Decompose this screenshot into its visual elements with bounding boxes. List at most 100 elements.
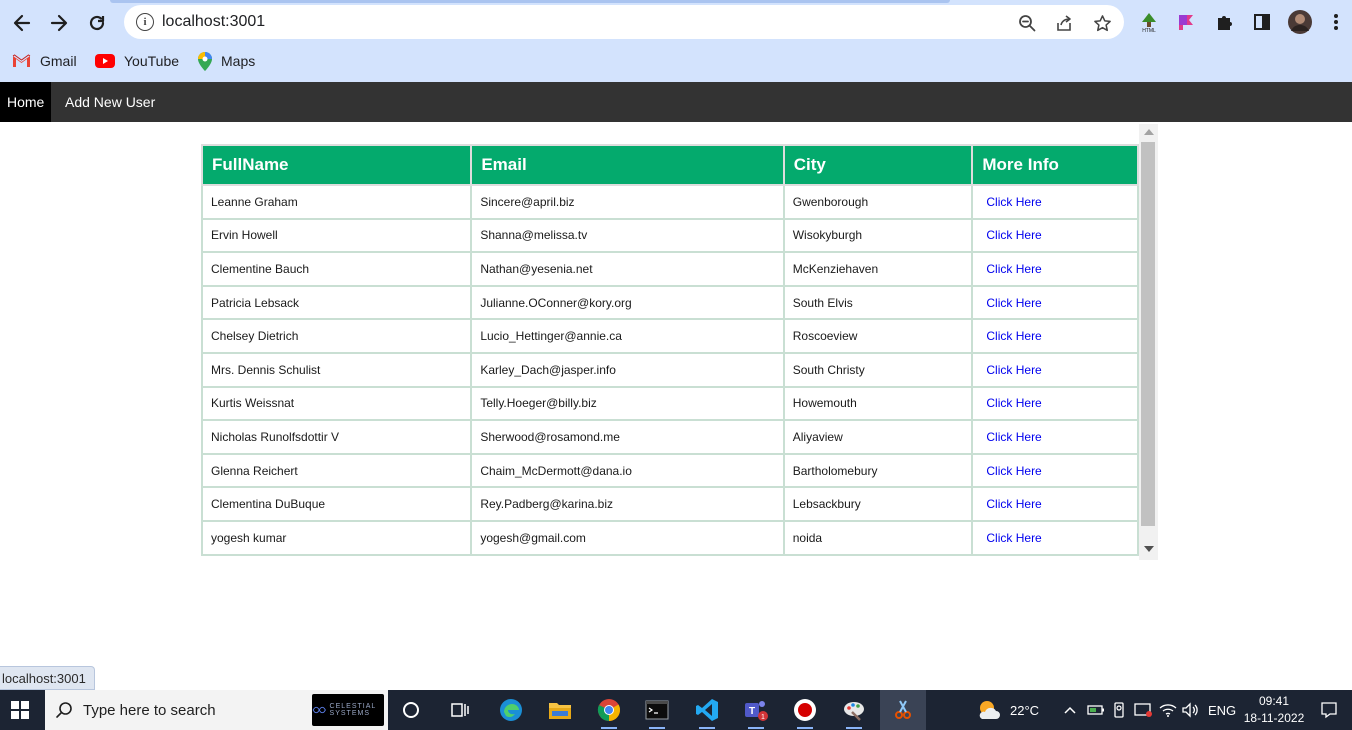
cell-fullname: yogesh kumar xyxy=(200,519,473,556)
weather-sun-cloud-icon xyxy=(979,701,1000,719)
scroll-down-arrow-icon[interactable] xyxy=(1144,546,1154,552)
volume-icon[interactable] xyxy=(1181,690,1199,730)
notifications-icon[interactable] xyxy=(1320,690,1338,730)
bookmark-label: Maps xyxy=(221,53,256,69)
system-clock[interactable]: 09:41 18-11-2022 xyxy=(1238,693,1310,727)
bookmark-label: Gmail xyxy=(40,53,77,69)
url-text[interactable]: localhost:3001 xyxy=(162,13,265,31)
windows-start-icon[interactable] xyxy=(11,701,29,719)
cell-more-info: Click Here xyxy=(971,318,1139,354)
language-label: ENG xyxy=(1208,702,1237,718)
reload-button[interactable] xyxy=(82,8,112,38)
battery-icon[interactable] xyxy=(1087,690,1105,730)
more-info-link[interactable]: Click Here xyxy=(986,464,1041,478)
menu-kebab-icon[interactable] xyxy=(1323,9,1349,35)
table-row: Glenna Reichert Chaim_McDermott@dana.io Ba… xyxy=(200,452,1139,489)
bookmark-youtube[interactable]: YouTube xyxy=(95,50,179,72)
svg-text:T: T xyxy=(749,706,755,717)
display-icon[interactable] xyxy=(1133,690,1153,730)
table-row: Nicholas Runolfsdottir V Sherwood@rosamon… xyxy=(200,419,1139,455)
wifi-icon[interactable] xyxy=(1159,690,1177,730)
html-extension-icon[interactable]: HTML xyxy=(1136,9,1162,35)
zoom-icon[interactable] xyxy=(1016,12,1038,34)
bookmark-maps[interactable]: Maps xyxy=(198,50,255,72)
flag-extension-icon[interactable] xyxy=(1173,9,1199,35)
vertical-scrollbar[interactable] xyxy=(1139,124,1158,560)
chrome-browser-icon[interactable] xyxy=(592,694,626,729)
site-info-icon[interactable]: i xyxy=(136,13,154,31)
cell-email: Shanna@melissa.tv xyxy=(470,217,785,254)
more-info-link[interactable]: Click Here xyxy=(986,296,1041,310)
cell-fullname: Nicholas Runolfsdottir V xyxy=(200,419,473,455)
cortana-circle-icon[interactable] xyxy=(394,694,428,726)
terminal-icon[interactable] xyxy=(640,694,674,729)
share-icon[interactable] xyxy=(1053,12,1075,34)
cell-city: South Elvis xyxy=(782,284,974,321)
weather-temperature: 22°C xyxy=(1010,702,1040,718)
scrollbar-thumb[interactable] xyxy=(1141,142,1155,526)
more-info-link[interactable]: Click Here xyxy=(986,497,1041,511)
search-placeholder: Type here to search xyxy=(83,701,216,719)
nav-home-link[interactable]: Home xyxy=(0,82,52,122)
scroll-up-arrow-icon[interactable] xyxy=(1144,129,1154,135)
more-info-link[interactable]: Click Here xyxy=(986,430,1041,444)
link-status-bubble: localhost:3001 xyxy=(0,666,95,690)
snipping-tool-icon[interactable] xyxy=(880,690,926,730)
windows-taskbar: Type here to search CELESTIAL SYSTEMS T1 xyxy=(0,690,1352,730)
cell-email: Karley_Dach@jasper.info xyxy=(470,351,785,388)
users-table: FullName Email City More Info Leanne Gra… xyxy=(200,144,1139,556)
more-info-link[interactable]: Click Here xyxy=(986,329,1041,343)
address-bar[interactable]: i localhost:3001 xyxy=(124,5,1124,39)
camera-icon[interactable] xyxy=(1111,690,1127,730)
table-row: yogesh kumar yogesh@gmail.com noida Click H… xyxy=(200,519,1139,556)
cell-fullname: Clementine Bauch xyxy=(200,251,473,287)
cell-city: Bartholomebury xyxy=(782,452,974,489)
gmail-icon xyxy=(12,54,31,68)
cell-more-info: Click Here xyxy=(971,419,1139,455)
more-info-link[interactable]: Click Here xyxy=(986,228,1041,242)
bookmark-label: YouTube xyxy=(124,53,180,69)
screen-recorder-icon[interactable] xyxy=(788,694,822,729)
more-info-link[interactable]: Click Here xyxy=(986,195,1041,209)
teams-icon[interactable]: T1 xyxy=(739,694,773,729)
table-row: Leanne Graham Sincere@april.biz Gwenboroug… xyxy=(200,184,1139,220)
profile-avatar[interactable] xyxy=(1287,9,1313,35)
cell-city: noida xyxy=(782,519,974,556)
language-indicator[interactable]: ENG xyxy=(1208,690,1236,730)
cell-email: Sherwood@rosamond.me xyxy=(470,419,785,455)
task-view-icon[interactable] xyxy=(443,694,477,726)
more-info-link[interactable]: Click Here xyxy=(986,531,1041,545)
paint-app-icon[interactable] xyxy=(837,694,871,729)
edge-browser-icon[interactable] xyxy=(494,694,528,726)
cell-fullname: Chelsey Dietrich xyxy=(200,318,473,354)
taskbar-search-box[interactable]: Type here to search CELESTIAL SYSTEMS xyxy=(45,690,388,730)
cell-city: Gwenborough xyxy=(782,184,974,220)
back-button[interactable] xyxy=(7,8,37,38)
vscode-icon[interactable] xyxy=(690,694,724,729)
celestial-systems-logo: CELESTIAL SYSTEMS xyxy=(312,694,384,726)
show-hidden-icons-chevron-icon[interactable] xyxy=(1063,690,1077,730)
cell-more-info: Click Here xyxy=(971,184,1139,220)
cell-city: South Christy xyxy=(782,351,974,388)
more-info-link[interactable]: Click Here xyxy=(986,396,1041,410)
cell-city: Lebsackbury xyxy=(782,486,974,522)
table-header-row: FullName Email City More Info xyxy=(200,144,1139,186)
bookmark-star-icon[interactable] xyxy=(1091,12,1113,34)
clock-date: 18-11-2022 xyxy=(1243,711,1305,725)
table-row: Kurtis Weissnat Telly.Hoeger@billy.biz How… xyxy=(200,385,1139,422)
cell-fullname: Clementina DuBuque xyxy=(200,486,473,522)
nav-add-user-link[interactable]: Add New User xyxy=(58,82,162,122)
bookmark-gmail[interactable]: Gmail xyxy=(12,50,77,72)
weather-widget[interactable]: 22°C xyxy=(976,690,1039,730)
side-panel-icon[interactable] xyxy=(1249,9,1275,35)
svg-text:1: 1 xyxy=(761,714,765,721)
more-info-link[interactable]: Click Here xyxy=(986,262,1041,276)
file-explorer-icon[interactable] xyxy=(543,694,577,726)
cell-fullname: Patricia Lebsack xyxy=(200,284,473,321)
cell-fullname: Leanne Graham xyxy=(200,184,473,220)
active-tab-indicator xyxy=(110,0,950,3)
forward-button[interactable] xyxy=(44,8,74,38)
more-info-link[interactable]: Click Here xyxy=(986,363,1041,377)
column-header-fullname: FullName xyxy=(200,144,473,186)
extensions-puzzle-icon[interactable] xyxy=(1211,9,1237,35)
